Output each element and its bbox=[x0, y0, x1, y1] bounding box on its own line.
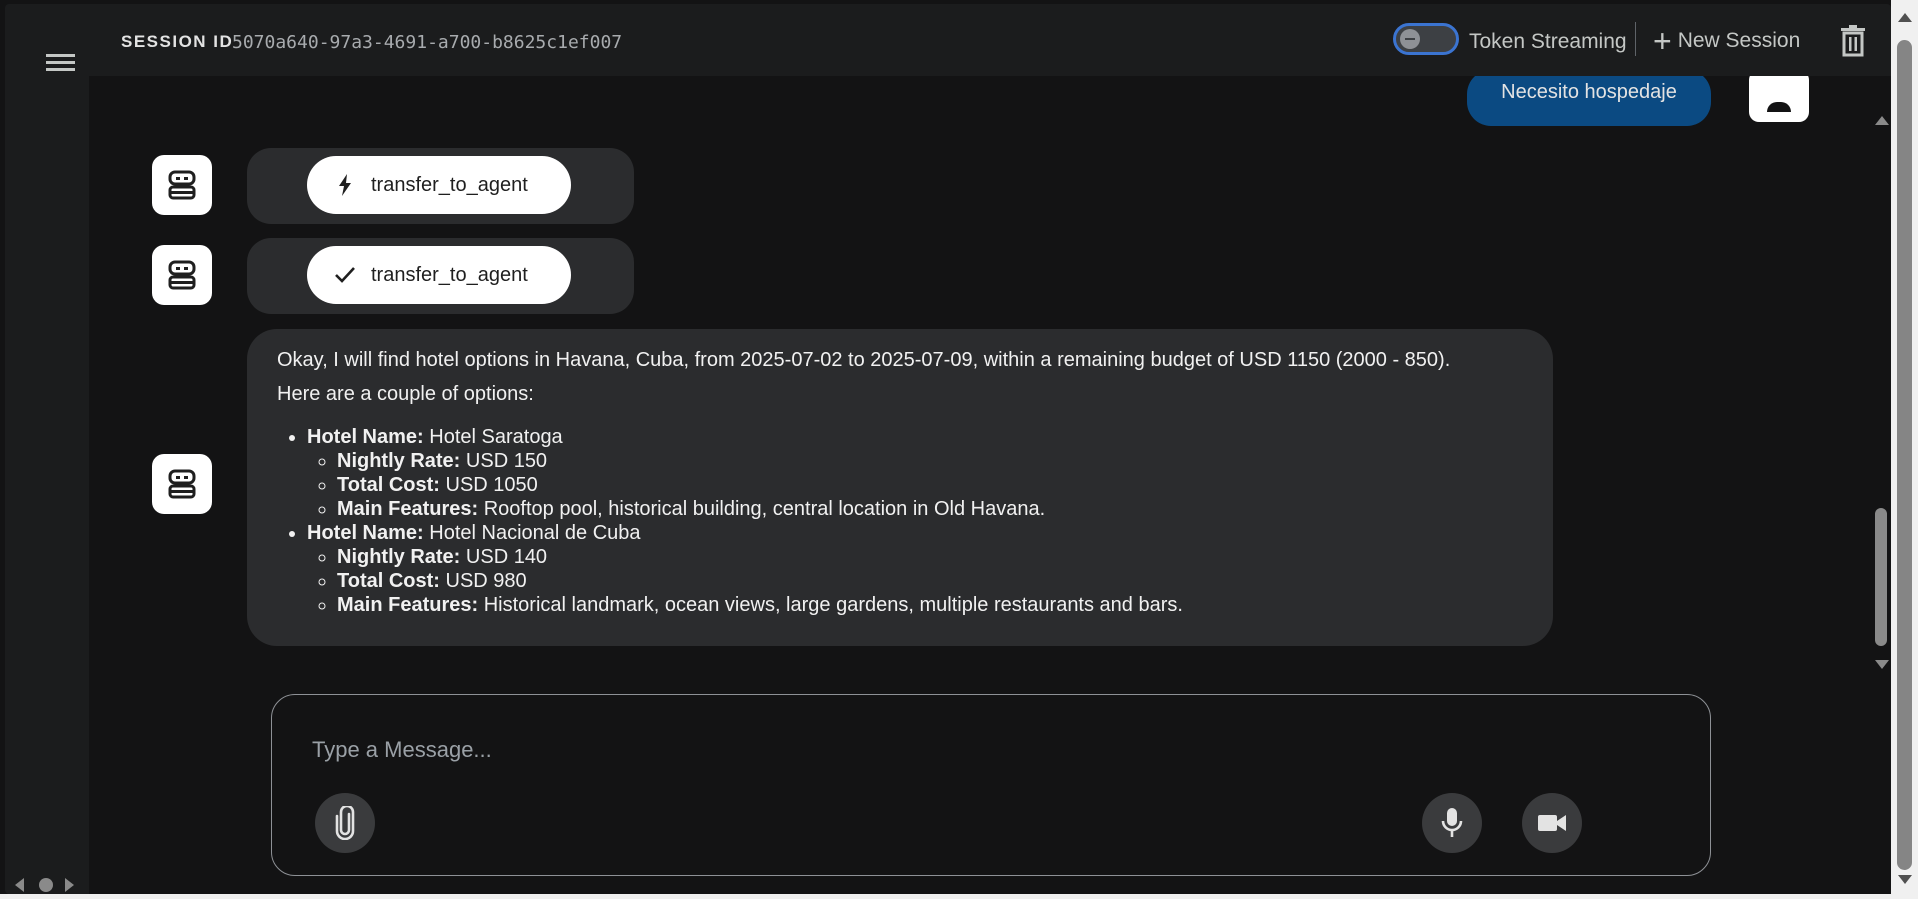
robot-icon bbox=[168, 260, 196, 290]
assistant-lead: Here are a couple of options: bbox=[277, 383, 534, 405]
tool-response-chip[interactable]: transfer_to_agent bbox=[307, 246, 571, 304]
video-camera-icon bbox=[1538, 815, 1566, 831]
session-id-value: 5070a640-97a3-4691-a700-b8625c1ef007 bbox=[232, 32, 623, 53]
rate-value: USD 150 bbox=[465, 450, 548, 472]
bot-avatar bbox=[152, 454, 212, 514]
bot-avatar bbox=[152, 155, 212, 215]
total-value: USD 1050 bbox=[445, 474, 538, 496]
features-label: Main Features: bbox=[337, 594, 479, 616]
hotel-item: Hotel Name: Hotel Saratoga Nightly Rate:… bbox=[307, 425, 1183, 521]
hotel-features: Main Features: Historical landmark, ocea… bbox=[337, 593, 1183, 617]
delete-session-icon[interactable] bbox=[1837, 24, 1869, 58]
hotel-list: Hotel Name: Hotel Saratoga Nightly Rate:… bbox=[277, 425, 1183, 617]
token-streaming-toggle[interactable] bbox=[1393, 23, 1459, 55]
video-button[interactable] bbox=[1522, 793, 1582, 853]
tool-call-label: transfer_to_agent bbox=[371, 173, 528, 196]
total-value: USD 980 bbox=[445, 570, 527, 592]
features-value: Historical landmark, ocean views, large … bbox=[483, 594, 1183, 616]
hotel-rate: Nightly Rate: USD 150 bbox=[337, 449, 1183, 473]
rate-label: Nightly Rate: bbox=[337, 546, 461, 568]
token-streaming-label: Token Streaming bbox=[1469, 30, 1627, 53]
scroll-thumb[interactable] bbox=[1875, 508, 1887, 646]
hotel-item: Hotel Name: Hotel Nacional de Cuba Night… bbox=[307, 521, 1183, 617]
page-scroll-up-icon[interactable] bbox=[1898, 13, 1912, 22]
page-scroll-thumb[interactable] bbox=[1897, 40, 1912, 870]
rate-label: Nightly Rate: bbox=[337, 450, 461, 472]
app-window: SESSION ID 5070a640-97a3-4691-a700-b8625… bbox=[5, 4, 1891, 894]
microphone-button[interactable] bbox=[1422, 793, 1482, 853]
assistant-intro: Okay, I will find hotel options in Havan… bbox=[277, 349, 1451, 371]
hotel-rate: Nightly Rate: USD 140 bbox=[337, 545, 1183, 569]
features-label: Main Features: bbox=[337, 498, 479, 520]
user-message-bubble: Necesito hospedaje bbox=[1467, 76, 1711, 126]
rate-value: USD 140 bbox=[465, 546, 548, 568]
tool-call-bubble: transfer_to_agent bbox=[247, 148, 634, 224]
robot-icon bbox=[168, 469, 196, 499]
session-id-label: SESSION ID bbox=[121, 32, 234, 51]
hotel-name: Hotel Nacional de Cuba bbox=[429, 522, 641, 544]
message-composer bbox=[271, 694, 1711, 876]
hotel-name-label: Hotel Name: bbox=[307, 522, 424, 544]
hotel-features: Main Features: Rooftop pool, historical … bbox=[337, 497, 1183, 521]
tool-response-label: transfer_to_agent bbox=[371, 263, 528, 286]
hotel-name-label: Hotel Name: bbox=[307, 426, 424, 448]
bolt-icon bbox=[333, 173, 357, 197]
check-icon bbox=[333, 263, 357, 287]
scroll-dot[interactable] bbox=[39, 878, 53, 892]
toggle-knob bbox=[1400, 29, 1420, 49]
microphone-icon bbox=[1441, 808, 1463, 837]
page-scrollbar[interactable] bbox=[1891, 0, 1918, 899]
message-input[interactable] bbox=[310, 729, 1614, 771]
new-session-button[interactable]: + New Session bbox=[1653, 23, 1801, 59]
user-message-text: Necesito hospedaje bbox=[1501, 81, 1677, 103]
user-avatar bbox=[1749, 76, 1809, 122]
bot-avatar bbox=[152, 245, 212, 305]
attach-button[interactable] bbox=[315, 793, 375, 853]
new-session-label: New Session bbox=[1677, 29, 1801, 52]
hotel-total: Total Cost: USD 980 bbox=[337, 569, 1183, 593]
window-bottom-edge bbox=[0, 894, 1891, 899]
scroll-left-icon[interactable] bbox=[15, 878, 24, 892]
plus-icon: + bbox=[1653, 23, 1672, 59]
paperclip-icon bbox=[335, 806, 355, 840]
horizontal-scrollbar[interactable] bbox=[13, 876, 83, 894]
page-scroll-down-icon[interactable] bbox=[1898, 875, 1912, 884]
tool-call-chip[interactable]: transfer_to_agent bbox=[307, 156, 571, 214]
assistant-message-bubble: Okay, I will find hotel options in Havan… bbox=[247, 329, 1553, 646]
hotel-total: Total Cost: USD 1050 bbox=[337, 473, 1183, 497]
menu-icon[interactable] bbox=[46, 50, 76, 80]
header-divider bbox=[1635, 22, 1636, 56]
scroll-down-icon[interactable] bbox=[1875, 660, 1889, 669]
chat-scrollbar[interactable] bbox=[1871, 104, 1891, 674]
features-value: Rooftop pool, historical building, centr… bbox=[483, 498, 1046, 520]
total-label: Total Cost: bbox=[337, 570, 440, 592]
top-bar: SESSION ID 5070a640-97a3-4691-a700-b8625… bbox=[89, 4, 1891, 76]
scroll-right-icon[interactable] bbox=[65, 878, 74, 892]
hotel-name: Hotel Saratoga bbox=[429, 426, 563, 448]
scroll-up-icon[interactable] bbox=[1875, 116, 1889, 125]
tool-response-bubble: transfer_to_agent bbox=[247, 238, 634, 314]
chat-area: Necesito hospedaje transfer_to_agent tra… bbox=[89, 76, 1869, 682]
total-label: Total Cost: bbox=[337, 474, 440, 496]
side-rail bbox=[5, 4, 89, 894]
robot-icon bbox=[168, 170, 196, 200]
